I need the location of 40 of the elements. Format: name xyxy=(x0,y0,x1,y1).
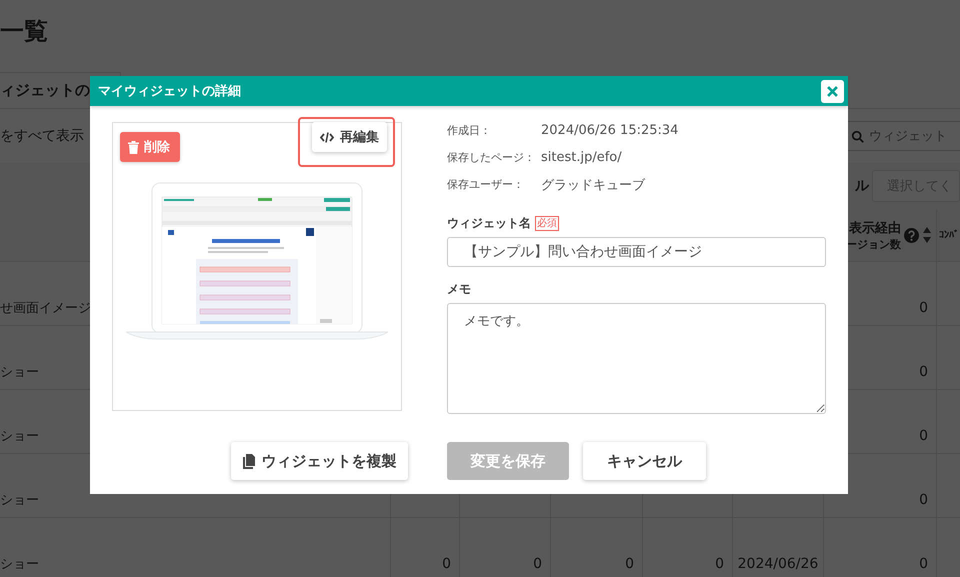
table-cell-text: ショー xyxy=(0,556,39,573)
info-label: 作成日： xyxy=(447,123,492,138)
info-label: 保存ユーザー： xyxy=(447,177,525,192)
table-cell: 0 xyxy=(533,556,542,572)
field-label: メモ xyxy=(447,281,471,298)
code-icon xyxy=(320,132,334,142)
table-cell-text: せ画面イメージ xyxy=(0,300,91,317)
table-cell: 0 xyxy=(919,364,928,380)
table-cell: 0 xyxy=(715,556,724,572)
table-cell-text: ショー xyxy=(0,492,39,509)
column-header: 表示経由 xyxy=(849,220,901,236)
duplicate-button[interactable]: ウィジェットを複製 xyxy=(231,442,408,480)
column-header: ｺﾝﾊﾞ xyxy=(939,229,959,241)
table-cell: 0 xyxy=(442,556,451,572)
reedit-button[interactable]: 再編集 xyxy=(312,122,387,152)
table-cell-text: ショー xyxy=(0,428,39,445)
copy-icon xyxy=(242,454,256,468)
memo-field[interactable]: メモです。 xyxy=(447,303,826,414)
sort-icon[interactable] xyxy=(922,226,932,244)
info-label: 保存したページ： xyxy=(447,150,536,165)
required-badge: 必須 xyxy=(535,216,559,231)
cancel-button[interactable]: キャンセル xyxy=(583,442,706,480)
trash-icon xyxy=(128,140,139,154)
table-cell: 0 xyxy=(919,556,928,572)
help-icon[interactable] xyxy=(904,228,919,242)
table-cell: 0 xyxy=(919,300,928,316)
widget-name-field[interactable]: 【サンプル】問い合わせ画面イメージ xyxy=(447,237,826,267)
info-value: sitest.jp/efo/ xyxy=(541,150,622,165)
table-cell: 0 xyxy=(625,556,634,572)
field-label: ウィジェット名 xyxy=(447,215,531,232)
filter-label: ル xyxy=(855,177,869,195)
table-cell: 0 xyxy=(919,492,928,508)
info-value: グラッドキューブ xyxy=(541,176,645,194)
table-cell: 0 xyxy=(919,428,928,444)
page-title: 一覧 xyxy=(0,16,48,47)
info-value: 2024/06/26 15:25:34 xyxy=(541,123,678,138)
table-cell-text: ショー xyxy=(0,364,39,381)
table-cell: 2024/06/26 xyxy=(738,556,818,572)
close-button[interactable] xyxy=(821,80,844,102)
close-icon xyxy=(827,86,838,96)
